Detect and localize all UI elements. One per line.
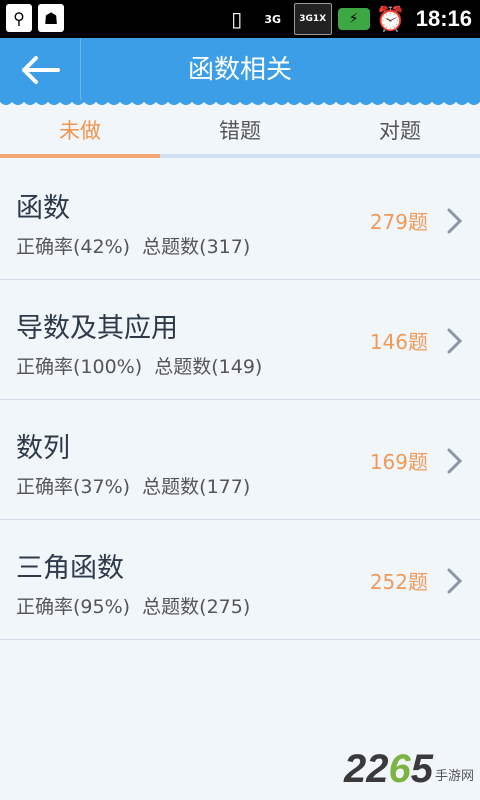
item-count: 169题 — [369, 450, 428, 474]
status-bar: ⚲ ☗ ▯ 3G 3G1X ⚡ ⏰ 18:16 — [0, 0, 480, 38]
item-total: 总题数(177) — [142, 476, 251, 498]
item-stats: 正确率(100%) 总题数(149) — [16, 352, 262, 379]
vibrate-icon: ▯ — [231, 7, 243, 31]
back-button[interactable] — [0, 38, 81, 102]
tab-wrong[interactable]: 错题 — [160, 108, 320, 156]
list-item[interactable]: 数列 正确率(37%) 总题数(177) 169题 — [0, 400, 480, 520]
battery-icon: ⚡ — [337, 8, 370, 30]
tab-undone[interactable]: 未做 — [0, 108, 160, 156]
item-count: 252题 — [369, 570, 428, 594]
item-accuracy: 正确率(37%) — [16, 476, 131, 498]
item-total: 总题数(149) — [154, 356, 263, 378]
watermark-number: 2265 — [343, 747, 433, 791]
status-time: 18:16 — [415, 6, 472, 31]
chevron-right-icon — [447, 448, 463, 474]
watermark-logo: 2265 手游网 — [344, 747, 474, 792]
item-count: 279题 — [369, 210, 428, 234]
list-item[interactable]: 函数 正确率(42%) 总题数(317) 279题 — [0, 160, 480, 280]
list-item[interactable]: 导数及其应用 正确率(100%) 总题数(149) 146题 — [0, 280, 480, 400]
item-title: 三角函数 — [16, 553, 124, 584]
item-title: 函数 — [16, 193, 70, 224]
chevron-right-icon — [447, 568, 463, 594]
item-stats: 正确率(95%) 总题数(275) — [16, 592, 250, 619]
item-total: 总题数(275) — [142, 596, 251, 618]
chevron-right-icon — [447, 328, 463, 354]
topic-list: 函数 正确率(42%) 总题数(317) 279题 导数及其应用 正确率(100… — [0, 160, 480, 640]
watermark-text: 手游网 — [434, 769, 474, 784]
android-icon: ☗ — [38, 4, 64, 32]
tab-bar: 未做 错题 对题 — [0, 108, 480, 156]
item-accuracy: 正确率(95%) — [16, 596, 131, 618]
alarm-icon: ⏰ — [375, 5, 406, 33]
back-arrow-icon — [22, 56, 60, 84]
chevron-right-icon — [447, 208, 463, 234]
network-3g1x-icon: 3G1X — [293, 3, 332, 35]
item-accuracy: 正确率(42%) — [16, 236, 131, 258]
app-header: 函数相关 — [0, 38, 480, 102]
item-title: 导数及其应用 — [16, 313, 178, 344]
item-stats: 正确率(37%) 总题数(177) — [16, 472, 250, 499]
tab-correct[interactable]: 对题 — [320, 108, 480, 156]
item-total: 总题数(317) — [142, 236, 251, 258]
item-title: 数列 — [16, 433, 70, 464]
network-3g-icon: 3G — [264, 12, 282, 26]
item-count: 146题 — [369, 330, 428, 354]
item-accuracy: 正确率(100%) — [16, 356, 143, 378]
item-stats: 正确率(42%) 总题数(317) — [16, 232, 250, 259]
usb-icon: ⚲ — [6, 4, 32, 32]
tab-active-indicator — [0, 154, 160, 158]
list-item[interactable]: 三角函数 正确率(95%) 总题数(275) 252题 — [0, 520, 480, 640]
